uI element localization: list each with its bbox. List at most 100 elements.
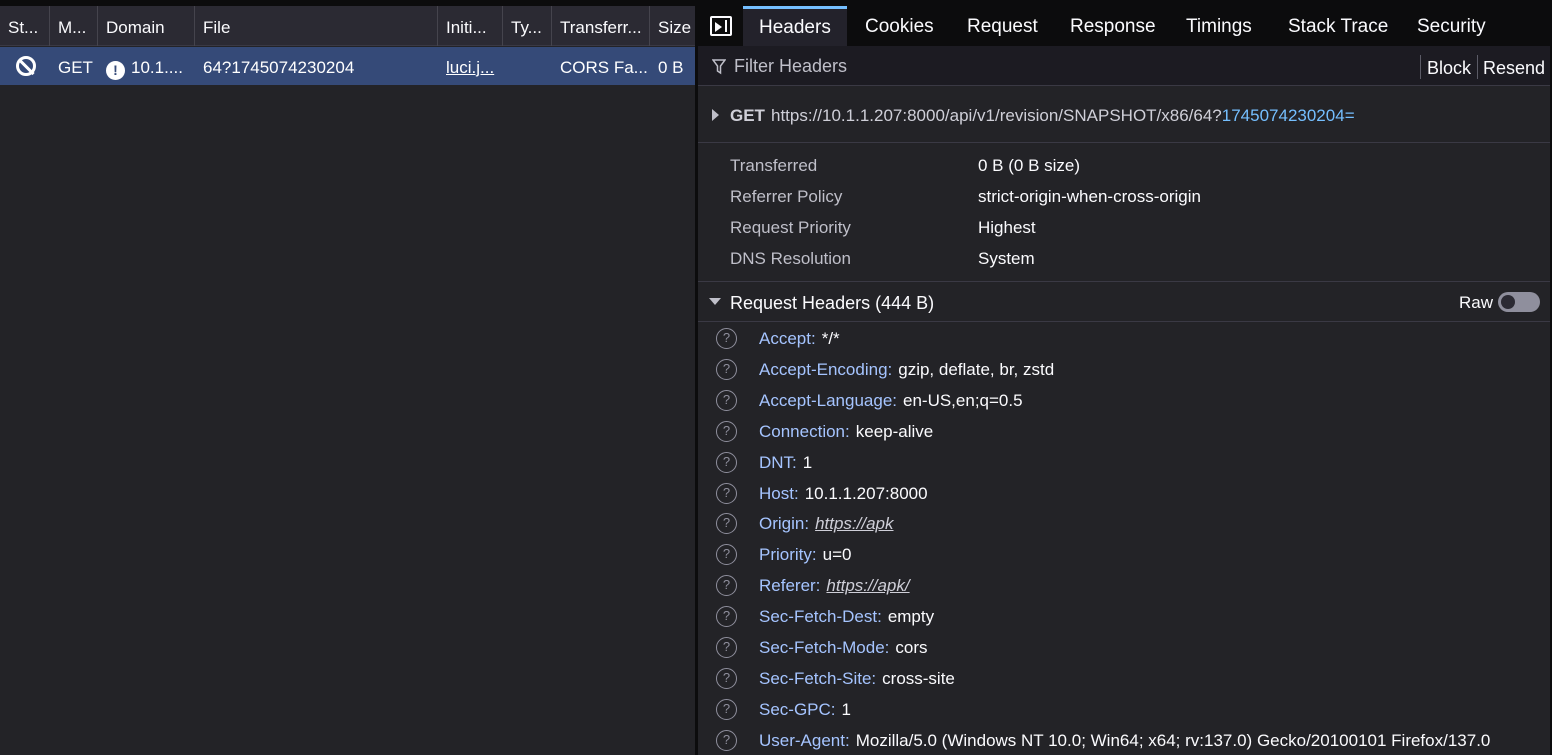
header-name-text: Accept-Language: <box>759 390 897 410</box>
header-name-text: Origin: <box>759 514 810 534</box>
help-icon[interactable]: ? <box>716 389 737 411</box>
help-icon[interactable]: ? <box>716 358 737 380</box>
filter-icon <box>712 59 726 75</box>
row-domain-text: 10.1.... <box>131 58 183 77</box>
row-file: 64?1745074230204 <box>203 58 355 77</box>
summary-label: Transferred <box>730 156 818 175</box>
url-query: 1745074230204 <box>1221 106 1345 125</box>
header-row[interactable]: ? Accept: */* <box>698 323 1550 354</box>
header-row[interactable]: ? Sec-Fetch-Dest: empty <box>698 601 1550 632</box>
help-icon[interactable]: ? <box>716 544 737 566</box>
header-value[interactable]: https://apk/ <box>826 576 909 595</box>
tab-timings[interactable]: Timings <box>1186 6 1252 46</box>
tab-security[interactable]: Security <box>1417 6 1486 46</box>
header-name: Sec-Fetch-Site: cross-site <box>759 663 955 694</box>
help-icon[interactable]: ? <box>716 420 737 442</box>
header-value: 1 <box>802 452 813 472</box>
summary-label: Referrer Policy <box>730 187 843 206</box>
column-transferred[interactable]: Transferr... <box>552 6 650 46</box>
row-method: GET <box>58 58 93 77</box>
column-method[interactable]: M... <box>50 6 98 46</box>
header-name-text: DNT: <box>759 452 797 472</box>
header-name-text: Connection: <box>759 421 850 441</box>
request-headers-section-header[interactable]: Request Headers (444 B) Raw <box>698 283 1550 322</box>
header-row[interactable]: ? Accept-Language: en-US,en;q=0.5 <box>698 385 1550 416</box>
help-icon[interactable]: ? <box>716 698 737 720</box>
tab-cookies[interactable]: Cookies <box>865 6 934 46</box>
request-method: GET <box>730 106 765 125</box>
header-name-text: Accept: <box>759 329 816 348</box>
header-name: Priority: u=0 <box>759 539 851 570</box>
block-button[interactable]: Block <box>1427 46 1471 86</box>
toggle-sidebar-icon[interactable] <box>710 16 732 36</box>
help-icon[interactable]: ? <box>716 451 737 473</box>
help-icon[interactable]: ? <box>716 328 737 349</box>
help-icon[interactable]: ? <box>716 482 737 504</box>
expand-triangle-icon[interactable] <box>712 109 719 121</box>
help-icon[interactable]: ? <box>716 513 737 535</box>
header-value: gzip, deflate, br, zstd <box>898 359 1055 379</box>
row-transferred: CORS Fa... <box>560 58 648 77</box>
header-row[interactable]: ? Priority: u=0 <box>698 539 1550 570</box>
column-status[interactable]: St... <box>0 6 50 46</box>
request-url: https://10.1.1.207:8000/api/v1/revision/… <box>771 87 1355 145</box>
summary-value: 0 B (0 B size) <box>978 156 1081 175</box>
collapse-triangle-icon[interactable] <box>709 298 721 305</box>
resend-button[interactable]: Resend <box>1483 46 1545 86</box>
header-name: Sec-GPC: 1 <box>759 694 851 725</box>
column-initiator[interactable]: Initi... <box>438 6 503 46</box>
help-icon[interactable]: ? <box>716 637 737 658</box>
help-icon[interactable]: ? <box>716 606 737 628</box>
column-file[interactable]: File <box>195 6 438 46</box>
header-row[interactable]: ? Referer: https://apk/ <box>698 570 1550 601</box>
header-value: en-US,en;q=0.5 <box>903 390 1023 410</box>
blocked-icon <box>16 56 36 76</box>
column-size[interactable]: Size <box>650 6 695 46</box>
header-value: cross-site <box>882 668 955 688</box>
toggle-knob <box>1501 295 1515 309</box>
tab-stack-trace[interactable]: Stack Trace <box>1288 6 1388 46</box>
column-type[interactable]: Ty... <box>503 6 552 46</box>
column-domain[interactable]: Domain <box>98 6 195 46</box>
header-row[interactable]: ? Origin: https://apk <box>698 508 1550 539</box>
header-name: User-Agent: Mozilla/5.0 (Windows NT 10.0;… <box>759 725 1490 755</box>
request-line[interactable]: GET https://10.1.1.207:8000/api/v1/revis… <box>698 87 1550 143</box>
filter-headers-input[interactable] <box>734 52 1414 80</box>
header-name: Host: 10.1.1.207:8000 <box>759 478 928 509</box>
url-base: https://10.1.1.207:8000/api/v1/revision/… <box>771 106 1222 125</box>
header-name: DNT: 1 <box>759 447 812 478</box>
header-name-text: Referer: <box>759 576 821 596</box>
details-tab-bar: Headers Cookies Request Response Timings… <box>698 6 1550 46</box>
help-icon[interactable]: ? <box>716 575 737 597</box>
tab-response[interactable]: Response <box>1070 6 1156 46</box>
header-name: Sec-Fetch-Mode: cors <box>759 632 928 663</box>
row-size: 0 B <box>658 58 684 77</box>
header-row[interactable]: ? DNT: 1 <box>698 447 1550 478</box>
filter-separator <box>1477 55 1478 79</box>
help-icon[interactable]: ? <box>716 729 737 751</box>
url-suffix: = <box>1344 106 1355 125</box>
table-row[interactable]: GET ! 10.1.... 64?1745074230204 luci.j...… <box>0 47 695 85</box>
header-row[interactable]: ? Host: 10.1.1.207:8000 <box>698 478 1550 509</box>
raw-toggle[interactable] <box>1498 292 1540 312</box>
header-name-text: Host: <box>759 483 799 503</box>
header-name-text: Sec-Fetch-Site: <box>759 668 877 688</box>
tab-request[interactable]: Request <box>967 6 1038 46</box>
header-row[interactable]: ? Connection: keep-alive <box>698 416 1550 447</box>
header-name-text: Sec-Fetch-Dest: <box>759 607 882 627</box>
header-row[interactable]: ? Sec-Fetch-Mode: cors <box>698 632 1550 663</box>
header-row[interactable]: ? Accept-Encoding: gzip, deflate, br, zstd <box>698 354 1550 385</box>
header-name-text: Accept-Encoding: <box>759 359 893 379</box>
header-row[interactable]: ? User-Agent: Mozilla/5.0 (Windows NT 10.0… <box>698 725 1550 755</box>
header-row[interactable]: ? Sec-Fetch-Site: cross-site <box>698 663 1550 694</box>
header-name: Origin: https://apk <box>759 508 894 539</box>
row-type <box>503 47 552 85</box>
row-initiator-link[interactable]: luci.j... <box>438 47 503 85</box>
header-name: Accept-Encoding: gzip, deflate, br, zstd <box>759 354 1054 385</box>
help-icon[interactable]: ? <box>716 667 737 689</box>
header-name-text: Priority: <box>759 545 817 565</box>
header-value[interactable]: https://apk <box>815 514 893 533</box>
tab-headers[interactable]: Headers <box>743 6 847 46</box>
header-row[interactable]: ? Sec-GPC: 1 <box>698 694 1550 725</box>
header-name: Connection: keep-alive <box>759 416 933 447</box>
